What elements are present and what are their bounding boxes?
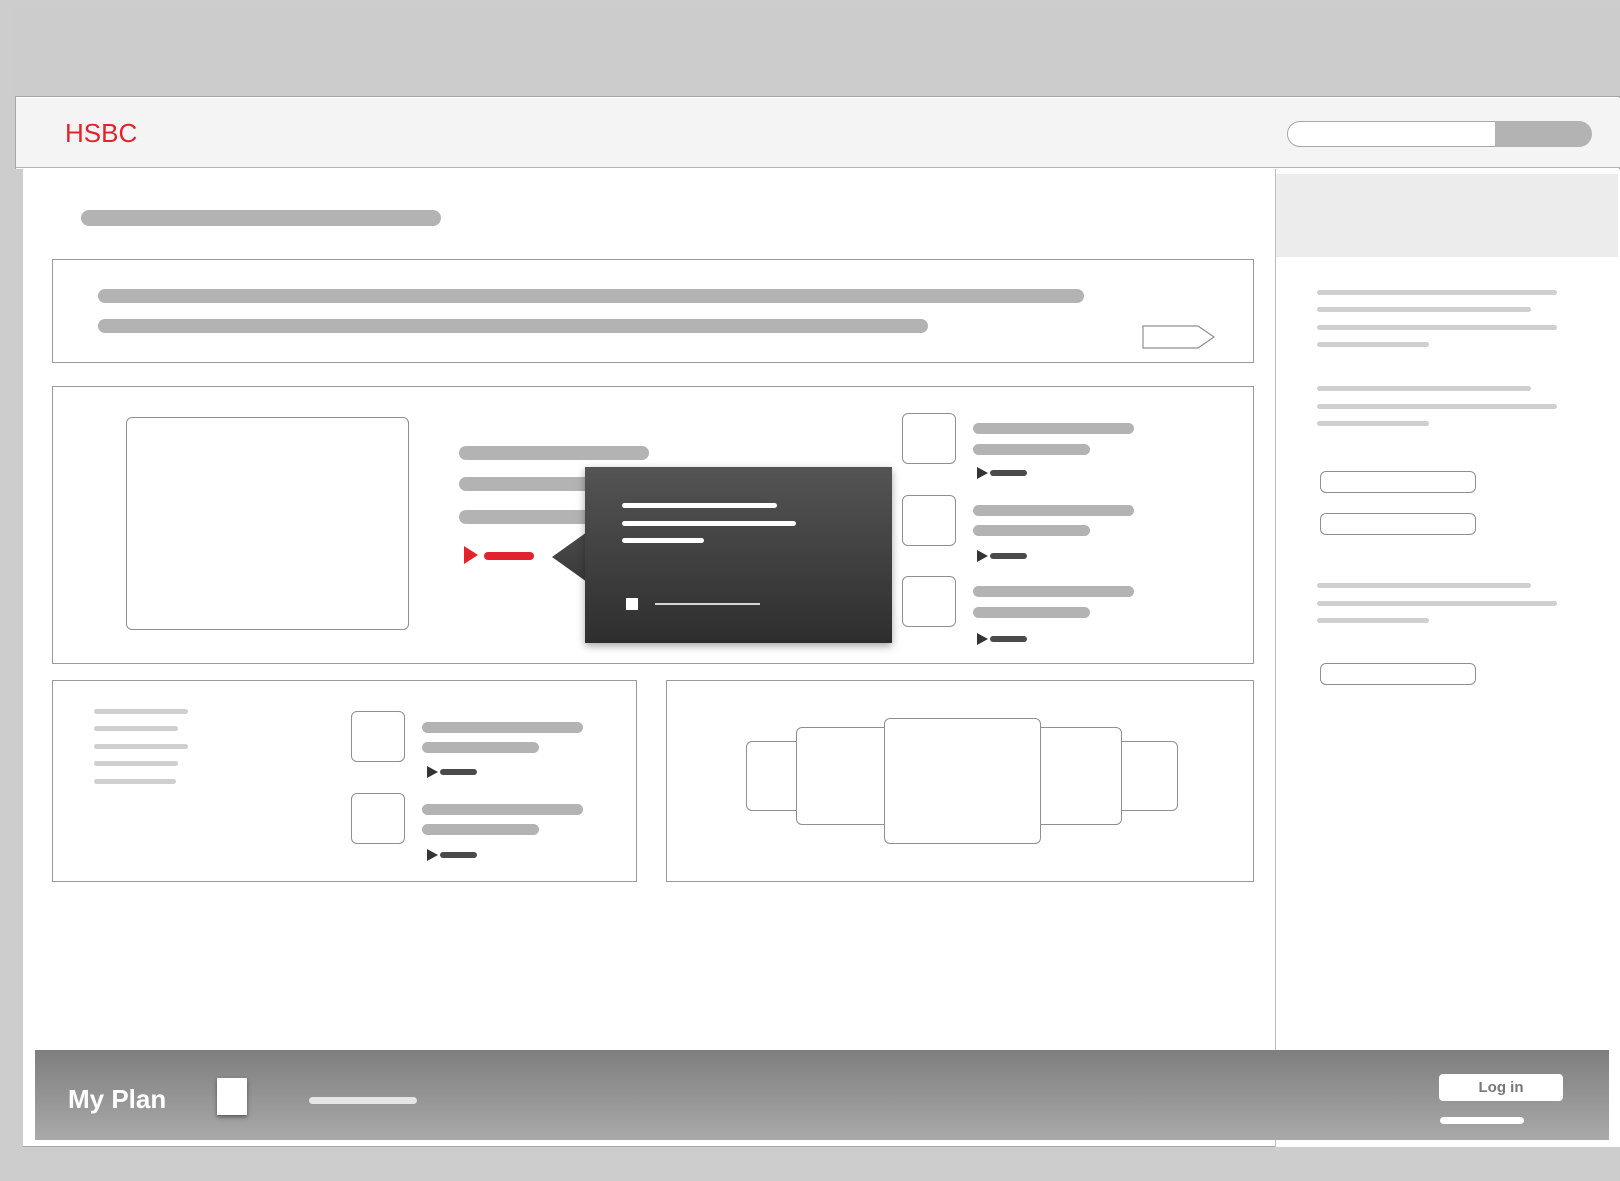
left-edge-strip	[15, 169, 23, 1147]
list-item-subtitle	[973, 444, 1090, 455]
list-item-subtitle	[973, 607, 1090, 618]
panel-text-line	[94, 726, 178, 731]
arrow-tag-icon[interactable]	[1142, 325, 1216, 349]
list-item-link[interactable]	[990, 636, 1027, 642]
search-input[interactable]	[1287, 121, 1497, 147]
plan-card-icon[interactable]	[217, 1078, 247, 1115]
intro-banner	[52, 259, 1254, 363]
sidebar-text-line	[1317, 307, 1531, 312]
popover-text-line	[622, 521, 796, 526]
sidebar-button[interactable]	[1320, 471, 1476, 493]
login-button[interactable]: Log in	[1439, 1074, 1563, 1101]
browser-toolbar	[15, 7, 1620, 97]
sidebar-text-line	[1317, 325, 1557, 330]
panel-text-line	[94, 744, 188, 749]
popover-text-line	[622, 503, 777, 508]
list-item-title	[973, 586, 1134, 597]
list-item-thumbnail[interactable]	[351, 793, 405, 844]
list-item-thumbnail[interactable]	[902, 495, 956, 546]
right-sidebar	[1275, 169, 1620, 1147]
checkbox-icon[interactable]	[626, 598, 638, 610]
banner-text-line	[98, 319, 928, 333]
list-item-thumbnail[interactable]	[902, 576, 956, 627]
plan-text-line	[309, 1097, 417, 1104]
page-title	[81, 210, 441, 226]
sidebar-text-line	[1317, 404, 1557, 409]
login-sub-link[interactable]	[1440, 1117, 1524, 1124]
sidebar-text-line	[1317, 421, 1429, 426]
my-plan-title: My Plan	[68, 1084, 167, 1114]
popover	[585, 467, 892, 643]
list-item-link[interactable]	[990, 553, 1027, 559]
sidebar-text-line	[1317, 386, 1531, 391]
login-button-label: Log in	[1478, 1079, 1524, 1096]
play-triangle-icon[interactable]	[977, 467, 988, 479]
sidebar-text-line	[1317, 601, 1557, 606]
play-triangle-icon[interactable]	[977, 633, 988, 645]
popover-text-line	[622, 538, 704, 543]
sidebar-text-line	[1317, 290, 1557, 295]
popover-arrow	[552, 532, 587, 582]
checkbox-label-line	[655, 603, 760, 605]
feature-text-line	[459, 477, 599, 491]
list-item-title	[422, 722, 583, 733]
sidebar-button[interactable]	[1320, 663, 1476, 685]
my-plan-bar: My Plan Log in	[35, 1050, 1609, 1140]
list-item-link[interactable]	[440, 769, 477, 775]
feature-text-line	[459, 510, 599, 524]
play-triangle-icon[interactable]	[427, 849, 438, 861]
banner-text-line	[98, 289, 1084, 303]
carousel-slide-center[interactable]	[884, 718, 1041, 844]
list-item-title	[973, 505, 1134, 516]
list-item-link[interactable]	[440, 852, 477, 858]
sidebar-text-line	[1317, 342, 1429, 347]
list-item-thumbnail[interactable]	[351, 711, 405, 762]
feature-link[interactable]	[464, 546, 536, 564]
sidebar-text-line	[1317, 618, 1429, 623]
panel-text-line	[94, 779, 176, 784]
list-item-thumbnail[interactable]	[902, 413, 956, 464]
list-item-title	[422, 804, 583, 815]
list-item-link[interactable]	[990, 470, 1027, 476]
panel-text-line	[94, 709, 188, 714]
list-item-subtitle	[973, 525, 1090, 536]
play-triangle-icon[interactable]	[977, 550, 988, 562]
list-item-subtitle	[422, 824, 539, 835]
play-triangle-icon	[464, 546, 478, 564]
play-triangle-icon[interactable]	[427, 766, 438, 778]
list-item-subtitle	[422, 742, 539, 753]
feature-image-placeholder	[126, 417, 409, 630]
hsbc-logo[interactable]: HSBC	[65, 118, 137, 149]
feature-text-line	[459, 446, 649, 460]
panel-text-line	[94, 761, 178, 766]
sidebar-button[interactable]	[1320, 513, 1476, 535]
sidebar-header-block	[1276, 174, 1618, 257]
list-item-title	[973, 423, 1134, 434]
link-label-placeholder	[484, 552, 534, 560]
sidebar-text-line	[1317, 583, 1531, 588]
search-button[interactable]	[1495, 121, 1592, 147]
